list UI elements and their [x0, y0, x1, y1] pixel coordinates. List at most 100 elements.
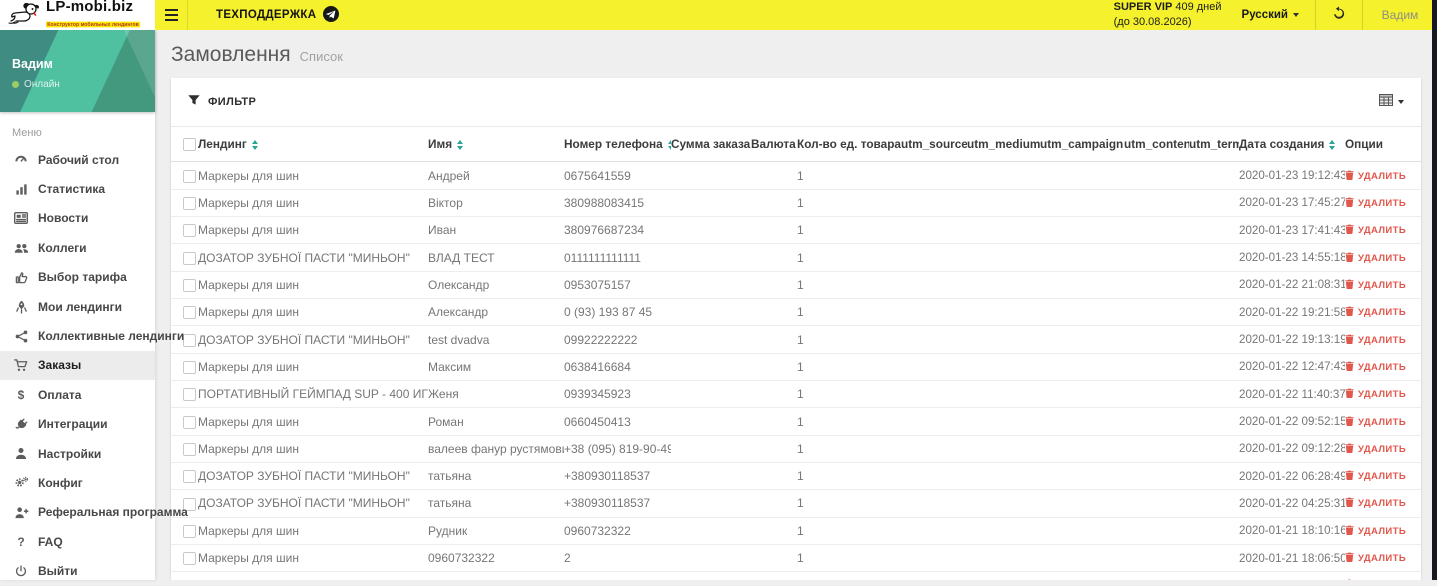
column-header-2[interactable]: Номер телефона — [564, 127, 671, 162]
sidebar-item-8[interactable]: $Оплата — [0, 380, 155, 409]
delete-button[interactable]: УДАЛИТЬ — [1345, 334, 1406, 347]
delete-button[interactable]: УДАЛИТЬ — [1345, 416, 1406, 429]
row-checkbox[interactable] — [183, 388, 196, 401]
row-checkbox[interactable] — [183, 170, 196, 183]
topbar-username[interactable]: Вадим — [1363, 0, 1437, 30]
select-all-checkbox[interactable] — [183, 138, 196, 151]
cell-qty: 1 — [797, 572, 901, 580]
cell-currency — [751, 544, 797, 571]
column-header-0[interactable]: Лендинг — [198, 127, 428, 162]
sort-icon — [1329, 140, 1335, 150]
cell-utm_medium — [967, 572, 1040, 580]
row-checkbox[interactable] — [183, 470, 196, 483]
delete-button[interactable]: УДАЛИТЬ — [1345, 361, 1406, 374]
cell-options: УДАЛИТЬ — [1345, 299, 1421, 326]
window-scrollbar[interactable] — [1432, 0, 1437, 580]
sidebar-item-10[interactable]: Настройки — [0, 439, 155, 468]
delete-button[interactable]: УДАЛИТЬ — [1345, 388, 1406, 401]
logo[interactable]: LP-mobi.biz Конструктор мобильных лендин… — [0, 0, 155, 30]
delete-button[interactable]: УДАЛИТЬ — [1345, 443, 1406, 456]
cell-utm_source — [901, 544, 967, 571]
sidebar-item-7[interactable]: Заказы — [0, 351, 155, 380]
cell-options: УДАЛИТЬ — [1345, 162, 1421, 189]
sidebar-item-5[interactable]: Мои лендинги — [0, 292, 155, 321]
cell-utm_content — [1124, 435, 1189, 462]
row-checkbox[interactable] — [183, 306, 196, 319]
delete-button[interactable]: УДАЛИТЬ — [1345, 497, 1406, 510]
cell-utm_campaign — [1040, 435, 1124, 462]
table-row: ДОЗАТОР ЗУБНОЇ ПАСТИ "МИНЬОН"татьяна+380… — [171, 490, 1421, 517]
trash-icon — [1345, 197, 1354, 210]
news-icon — [13, 212, 29, 224]
delete-button[interactable]: УДАЛИТЬ — [1345, 279, 1406, 292]
column-header-10: utm_term — [1189, 127, 1239, 162]
column-header-4: Валюта — [751, 127, 797, 162]
row-checkbox[interactable] — [183, 224, 196, 237]
row-checkbox[interactable] — [183, 334, 196, 347]
sidebar-item-9[interactable]: Интеграции — [0, 410, 155, 439]
delete-button[interactable]: УДАЛИТЬ — [1345, 306, 1406, 319]
row-checkbox[interactable] — [183, 361, 196, 374]
menu-toggle-button[interactable] — [155, 0, 188, 30]
cell-name: Рудник — [428, 517, 564, 544]
row-checkbox[interactable] — [183, 525, 196, 538]
cell-created: 2020-01-22 21:08:31 — [1239, 271, 1345, 298]
delete-button[interactable]: УДАЛИТЬ — [1345, 552, 1406, 565]
delete-button[interactable]: УДАЛИТЬ — [1345, 252, 1406, 265]
row-checkbox[interactable] — [183, 552, 196, 565]
sidebar-item-3[interactable]: Коллеги — [0, 233, 155, 262]
filter-button[interactable]: ФИЛЬТР — [188, 95, 256, 109]
cell-utm_term — [1189, 544, 1239, 571]
row-checkbox[interactable] — [183, 416, 196, 429]
sidebar-item-14[interactable]: Выйти — [0, 556, 155, 585]
cell-sum — [671, 271, 751, 298]
delete-button[interactable]: УДАЛИТЬ — [1345, 525, 1406, 538]
sidebar-item-11[interactable]: Конфиг — [0, 468, 155, 497]
table-row: Маркеры для шинИван38097668723412020-01-… — [171, 217, 1421, 244]
cell-utm_source — [901, 517, 967, 544]
refresh-button[interactable] — [1316, 0, 1362, 30]
table-row: Маркеры для шинОлександр095307515712020-… — [171, 271, 1421, 298]
row-checkbox[interactable] — [183, 443, 196, 456]
sidebar-item-0[interactable]: Рабочий стол — [0, 145, 155, 174]
column-header-1[interactable]: Имя — [428, 127, 564, 162]
column-header-11[interactable]: Дата создания — [1239, 127, 1345, 162]
cell-phone: 380976687234 — [564, 217, 671, 244]
sidebar-item-1[interactable]: Статистика — [0, 174, 155, 203]
sidebar-item-2[interactable]: Новости — [0, 204, 155, 233]
language-selector[interactable]: Русский — [1242, 0, 1299, 30]
cell-landing: Маркеры для шин — [198, 408, 428, 435]
sidebar-item-13[interactable]: ?FAQ — [0, 527, 155, 556]
sidebar-item-4[interactable]: Выбор тарифа — [0, 263, 155, 292]
row-checkbox[interactable] — [183, 252, 196, 265]
sidebar-item-12[interactable]: Реферальная программа — [0, 498, 155, 527]
trash-icon — [1345, 552, 1354, 565]
delete-button[interactable]: УДАЛИТЬ — [1345, 470, 1406, 483]
delete-button[interactable]: УДАЛИТЬ — [1345, 224, 1406, 237]
cell-phone: 0953075157 — [564, 271, 671, 298]
cell-currency — [751, 517, 797, 544]
row-checkbox[interactable] — [183, 197, 196, 210]
cell-utm_term — [1189, 244, 1239, 271]
cell-utm_term — [1189, 463, 1239, 490]
columns-button[interactable] — [1379, 93, 1404, 111]
cell-utm_content — [1124, 408, 1189, 435]
row-checkbox[interactable] — [183, 279, 196, 292]
cell-utm_medium — [967, 381, 1040, 408]
support-button[interactable]: ТЕХПОДДЕРЖКА — [188, 0, 357, 30]
cell-utm_medium — [967, 517, 1040, 544]
cell-created: 2020-01-22 09:52:15 — [1239, 408, 1345, 435]
delete-button[interactable]: УДАЛИТЬ — [1345, 170, 1406, 183]
delete-button[interactable]: УДАЛИТЬ — [1345, 197, 1406, 210]
cell-name: ВЛАД ТЕСТ — [428, 244, 564, 271]
trash-icon — [1345, 497, 1354, 510]
sidebar-item-6[interactable]: Коллективные лендинги — [0, 321, 155, 350]
cell-utm_medium — [967, 299, 1040, 326]
cell-name: Максим — [428, 353, 564, 380]
sidebar: Вадим Онлайн Меню Рабочий столСтатистика… — [0, 30, 155, 580]
cell-utm_medium — [967, 353, 1040, 380]
cell-options: УДАЛИТЬ — [1345, 435, 1421, 462]
cell-landing: Маркеры для шин — [198, 217, 428, 244]
cell-landing: Маркеры для шин — [198, 162, 428, 189]
sort-icon — [457, 140, 463, 150]
